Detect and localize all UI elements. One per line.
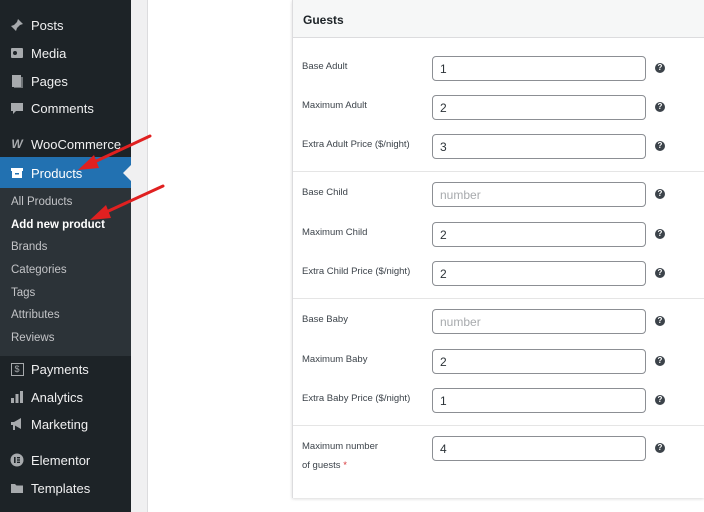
label-base-baby: Base Baby bbox=[302, 314, 348, 325]
extra-adult-price-input[interactable] bbox=[432, 134, 646, 159]
woocommerce-icon: W bbox=[11, 137, 23, 151]
menu-label-templates: Templates bbox=[31, 480, 91, 496]
help-icon[interactable]: ? bbox=[655, 443, 665, 453]
label-maximum-guests-text: of guests bbox=[302, 460, 341, 471]
payments-icon-glyph: $ bbox=[10, 362, 24, 376]
base-baby-input[interactable] bbox=[432, 309, 646, 334]
menu-item-analytics[interactable]: Analytics bbox=[0, 384, 131, 410]
extra-child-price-input[interactable] bbox=[432, 261, 646, 286]
menu-item-pages[interactable]: Pages bbox=[0, 68, 131, 94]
label-extra-baby-price: Extra Baby Price ($/night) bbox=[302, 393, 411, 404]
submenu-reviews[interactable]: Reviews bbox=[11, 332, 54, 344]
menu-item-products[interactable]: Products bbox=[0, 157, 131, 189]
menu-label-posts: Posts bbox=[31, 17, 64, 33]
guests-panel-header: Guests bbox=[293, 0, 704, 38]
section-divider-child bbox=[293, 171, 704, 172]
megaphone-icon bbox=[9, 416, 25, 432]
menu-label-analytics: Analytics bbox=[31, 389, 84, 405]
menu-item-posts[interactable]: Posts bbox=[0, 12, 131, 38]
payments-icon: $ bbox=[9, 361, 25, 377]
maximum-guests-input[interactable] bbox=[432, 436, 646, 461]
label-maximum-baby: Maximum Baby bbox=[302, 354, 368, 365]
base-child-input[interactable] bbox=[432, 182, 646, 207]
submenu-attributes[interactable]: Attributes bbox=[11, 309, 60, 321]
section-divider-guests bbox=[293, 425, 704, 426]
base-adult-input[interactable] bbox=[432, 56, 646, 81]
menu-label-comments: Comments bbox=[31, 100, 94, 116]
label-extra-adult-price: Extra Adult Price ($/night) bbox=[302, 139, 410, 150]
help-icon[interactable]: ? bbox=[655, 63, 665, 73]
help-icon[interactable]: ? bbox=[655, 356, 665, 366]
media-icon bbox=[9, 45, 25, 61]
label-maximum-adult: Maximum Adult bbox=[302, 100, 367, 111]
menu-label-products: Products bbox=[31, 165, 83, 181]
maximum-adult-input[interactable] bbox=[432, 95, 646, 120]
extra-baby-price-input[interactable] bbox=[432, 388, 646, 413]
menu-label-media: Media bbox=[31, 45, 67, 61]
menu-item-elementor[interactable]: Elementor bbox=[0, 447, 131, 473]
label-maximum-guests-line1: Maximum number bbox=[302, 441, 379, 452]
help-icon[interactable]: ? bbox=[655, 189, 665, 199]
comments-icon bbox=[9, 100, 25, 116]
archive-icon bbox=[9, 165, 25, 181]
menu-item-templates[interactable]: Templates bbox=[0, 475, 131, 501]
label-base-adult: Base Adult bbox=[302, 61, 348, 72]
menu-item-comments[interactable]: Comments bbox=[0, 95, 131, 121]
menu-item-payments[interactable]: $ Payments bbox=[0, 356, 131, 382]
menu-label-payments: Payments bbox=[31, 361, 89, 377]
menu-item-media[interactable]: Media bbox=[0, 40, 131, 66]
products-submenu: All Products Add new product Brands Cate… bbox=[0, 188, 131, 356]
menu-label-pages: Pages bbox=[31, 73, 68, 89]
submenu-all-products[interactable]: All Products bbox=[11, 196, 72, 208]
menu-item-marketing[interactable]: Marketing bbox=[0, 411, 131, 437]
help-icon[interactable]: ? bbox=[655, 316, 665, 326]
submenu-categories[interactable]: Categories bbox=[11, 264, 67, 276]
admin-sidebar: Posts Media Pages Comments W WooCommerce… bbox=[0, 0, 131, 512]
help-icon[interactable]: ? bbox=[655, 102, 665, 112]
guests-panel-title: Guests bbox=[303, 13, 344, 27]
required-asterisk: * bbox=[343, 460, 347, 471]
menu-item-woocommerce[interactable]: W WooCommerce bbox=[0, 131, 131, 157]
content-gutter bbox=[131, 0, 148, 512]
pin-icon bbox=[9, 17, 25, 33]
help-icon[interactable]: ? bbox=[655, 395, 665, 405]
help-icon[interactable]: ? bbox=[655, 229, 665, 239]
label-maximum-guests-line2: of guests * bbox=[302, 456, 347, 476]
submenu-brands[interactable]: Brands bbox=[11, 241, 47, 253]
submenu-add-new-product[interactable]: Add new product bbox=[11, 219, 105, 231]
help-icon[interactable]: ? bbox=[655, 141, 665, 151]
label-maximum-child: Maximum Child bbox=[302, 227, 368, 238]
maximum-child-input[interactable] bbox=[432, 222, 646, 247]
menu-label-woocommerce: WooCommerce bbox=[31, 136, 122, 152]
menu-label-elementor: Elementor bbox=[31, 452, 91, 468]
help-icon[interactable]: ? bbox=[655, 268, 665, 278]
section-divider-baby bbox=[293, 298, 704, 299]
elementor-icon bbox=[9, 452, 25, 468]
maximum-baby-input[interactable] bbox=[432, 349, 646, 374]
pages-icon bbox=[9, 73, 25, 89]
submenu-tags[interactable]: Tags bbox=[11, 287, 35, 299]
label-base-child: Base Child bbox=[302, 187, 348, 198]
active-menu-notch bbox=[123, 165, 131, 181]
label-extra-child-price: Extra Child Price ($/night) bbox=[302, 266, 411, 277]
chart-bar-icon bbox=[9, 389, 25, 405]
menu-label-marketing: Marketing bbox=[31, 416, 89, 432]
folder-icon bbox=[9, 480, 25, 496]
